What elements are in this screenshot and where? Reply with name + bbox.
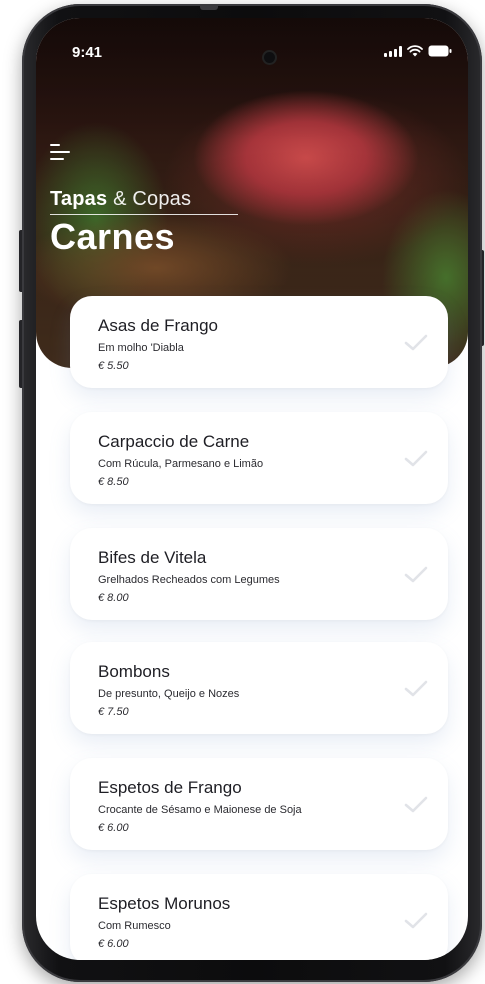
signal-icon xyxy=(384,45,402,57)
menu-item-price: € 8.00 xyxy=(98,592,129,604)
menu-item-card[interactable]: Bombons De presunto, Queijo e Nozes € 7.… xyxy=(70,642,448,734)
menu-item-description: Com Rumesco xyxy=(98,920,171,932)
menu-item-price: € 6.00 xyxy=(98,938,129,950)
checkmark-icon[interactable] xyxy=(404,334,428,352)
checkmark-icon[interactable] xyxy=(404,566,428,584)
menu-item-name: Espetos Morunos xyxy=(98,894,231,913)
brand-name: Tapas & Copas xyxy=(50,188,191,211)
menu-item-card[interactable]: Espetos Morunos Com Rumesco € 6.00 xyxy=(70,874,448,960)
checkmark-icon[interactable] xyxy=(404,912,428,930)
menu-item-name: Bombons xyxy=(98,662,170,681)
menu-item-price: € 8.50 xyxy=(98,476,129,488)
battery-icon xyxy=(428,45,452,57)
brand-primary: Tapas xyxy=(50,188,108,210)
menu-item-card[interactable]: Espetos de Frango Crocante de Sésamo e M… xyxy=(70,758,448,850)
menu-item-price: € 6.00 xyxy=(98,822,129,834)
menu-item-price: € 7.50 xyxy=(98,706,129,718)
menu-item-name: Bifes de Vitela xyxy=(98,548,207,567)
wifi-icon xyxy=(407,45,423,57)
menu-item-description: Crocante de Sésamo e Maionese de Soja xyxy=(98,804,302,816)
menu-item-description: Grelhados Recheados com Legumes xyxy=(98,574,280,586)
menu-item-name: Asas de Frango xyxy=(98,316,219,335)
menu-item-card[interactable]: Asas de Frango Em molho 'Diabla € 5.50 xyxy=(70,296,448,388)
menu-item-description: Com Rúcula, Parmesano e Limão xyxy=(98,458,264,470)
speaker-grill xyxy=(200,4,218,10)
menu-item-card[interactable]: Bifes de Vitela Grelhados Recheados com … xyxy=(70,528,448,620)
app-screen: 9:41 Tapas & Copas Carnes Asas de Frango… xyxy=(36,18,468,960)
menu-item-description: De presunto, Queijo e Nozes xyxy=(98,688,240,700)
status-icons xyxy=(384,45,452,57)
brand-secondary: & Copas xyxy=(107,188,192,210)
phone-mockup: 9:41 Tapas & Copas Carnes Asas de Frango… xyxy=(0,0,485,984)
status-time: 9:41 xyxy=(72,44,103,61)
checkmark-icon[interactable] xyxy=(404,796,428,814)
brand-divider xyxy=(50,214,238,215)
menu-item-description: Em molho 'Diabla xyxy=(98,342,184,354)
checkmark-icon[interactable] xyxy=(404,680,428,698)
menu-item-name: Carpaccio de Carne xyxy=(98,432,250,451)
menu-item-name: Espetos de Frango xyxy=(98,778,242,797)
category-title: Carnes xyxy=(50,216,176,257)
menu-item-card[interactable]: Carpaccio de Carne Com Rúcula, Parmesano… xyxy=(70,412,448,504)
menu-item-price: € 5.50 xyxy=(98,360,129,372)
checkmark-icon[interactable] xyxy=(404,450,428,468)
hamburger-menu-icon[interactable] xyxy=(50,144,72,162)
front-camera xyxy=(264,52,275,63)
